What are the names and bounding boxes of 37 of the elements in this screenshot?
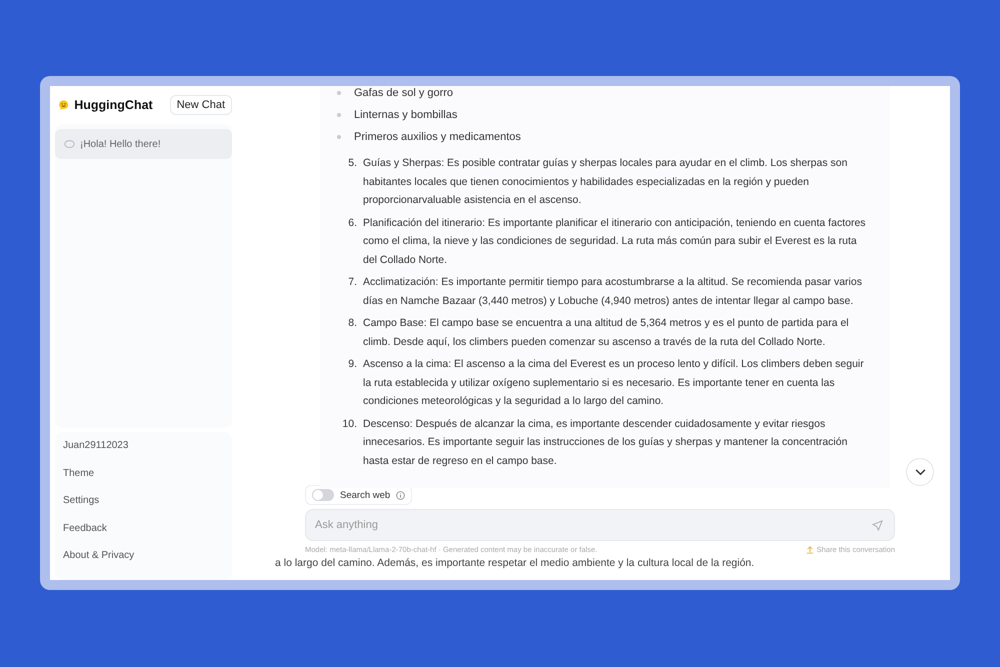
- toggle-switch[interactable]: [312, 489, 334, 501]
- info-icon: [396, 490, 406, 500]
- message-input-field[interactable]: Ask anything: [305, 509, 895, 541]
- list-item-text: Linternas y bombillas: [354, 109, 458, 121]
- list-number: 10.: [341, 416, 357, 432]
- search-web-label: Search web: [340, 490, 390, 500]
- list-item-text: Gafas de sol y gorro: [354, 87, 454, 99]
- list-item-text: Descenso: Después de alcanzar la cima, es importante descender cuidadosamente y evitar riesgos innecesarios. Es importante seguir las instrucciones de los guías y sherpas y mantener la concentración hasta estar de regreso en el campo base.: [363, 416, 848, 468]
- bullet-icon: [337, 113, 341, 117]
- chevron-down-icon: [914, 468, 926, 476]
- message-continuation-text: a lo largo del camino. Además, es importante respetar el medio ambiente y la cultura local de la región.: [275, 557, 756, 569]
- list-item-text: Ascenso a la cima: El ascenso a la cima del Everest es un proceso lento y difícil. Los climbers deben seguir la ruta establecida y utilizar oxígeno suplementario si es necesario. Es importante tener en cuenta las condiciones meteorológicas y la seguridad a lo largo del camino.: [363, 357, 865, 409]
- username: Juan29112023: [63, 440, 130, 453]
- send-icon[interactable]: [872, 520, 883, 531]
- app-name: HuggingChat: [74, 98, 153, 112]
- list-item-text: Guías y Sherpas: Es posible contratar guías y sherpas locales para ayudar en el climb. Los sherpas son habitantes locales que tienen conocimientos y habilidades especializadas en la región y pueden proporcionarvaluable asistencia en el ascenso.: [363, 156, 848, 208]
- list-number: 6.: [347, 216, 357, 230]
- speech-bubble-icon: [64, 140, 75, 148]
- sidebar-menu-item[interactable]: Feedback: [63, 522, 224, 550]
- list-item-text: Campo Base: El campo base se encuentra a una altitud de 5,364 metros y es el punto de partida para el climb. Desde aquí, los climbers pueden comenzar su ascenso a través de la ruta del Collado Norte.: [363, 316, 850, 350]
- sidebar-menu-item[interactable]: Settings: [63, 495, 224, 522]
- conversation-item[interactable]: ¡Hola! Hello there!: [55, 129, 232, 159]
- bullet-icon: [337, 91, 341, 95]
- sidebar-menu-item[interactable]: Theme: [63, 468, 224, 495]
- new-chat-button[interactable]: New Chat: [170, 95, 232, 115]
- bullet-icon: [337, 135, 341, 139]
- list-item-text: Planificación del itinerario: Es importante planificar el itinerario con anticipación, teniendo en cuenta factores como el clima, la nieve y las condiciones de seguridad. La ruta más común para subir el Everest es la ruta del Collado Norte.: [363, 216, 867, 268]
- scroll-down-button[interactable]: [906, 458, 934, 486]
- sidebar-menu-item[interactable]: About & Privacy: [63, 550, 224, 578]
- conversation-title: ¡Hola! Hello there!: [80, 138, 161, 150]
- list-number: 8.: [347, 316, 357, 331]
- list-number: 9.: [347, 357, 357, 372]
- list-number: 7.: [347, 275, 357, 290]
- share-icon: [806, 546, 814, 554]
- list-item-text: Primeros auxilios y medicamentos: [354, 131, 521, 143]
- list-item-text: Acclimatización: Es importante permitir tiempo para acostumbrarse a la altitud. Se recomienda pasar varios días en Namche Bazaar (3,440 metros) y Lobuche (4,940 metros) antes de intentar llegar al campo base.: [363, 275, 863, 308]
- list-number: 5.: [347, 156, 357, 171]
